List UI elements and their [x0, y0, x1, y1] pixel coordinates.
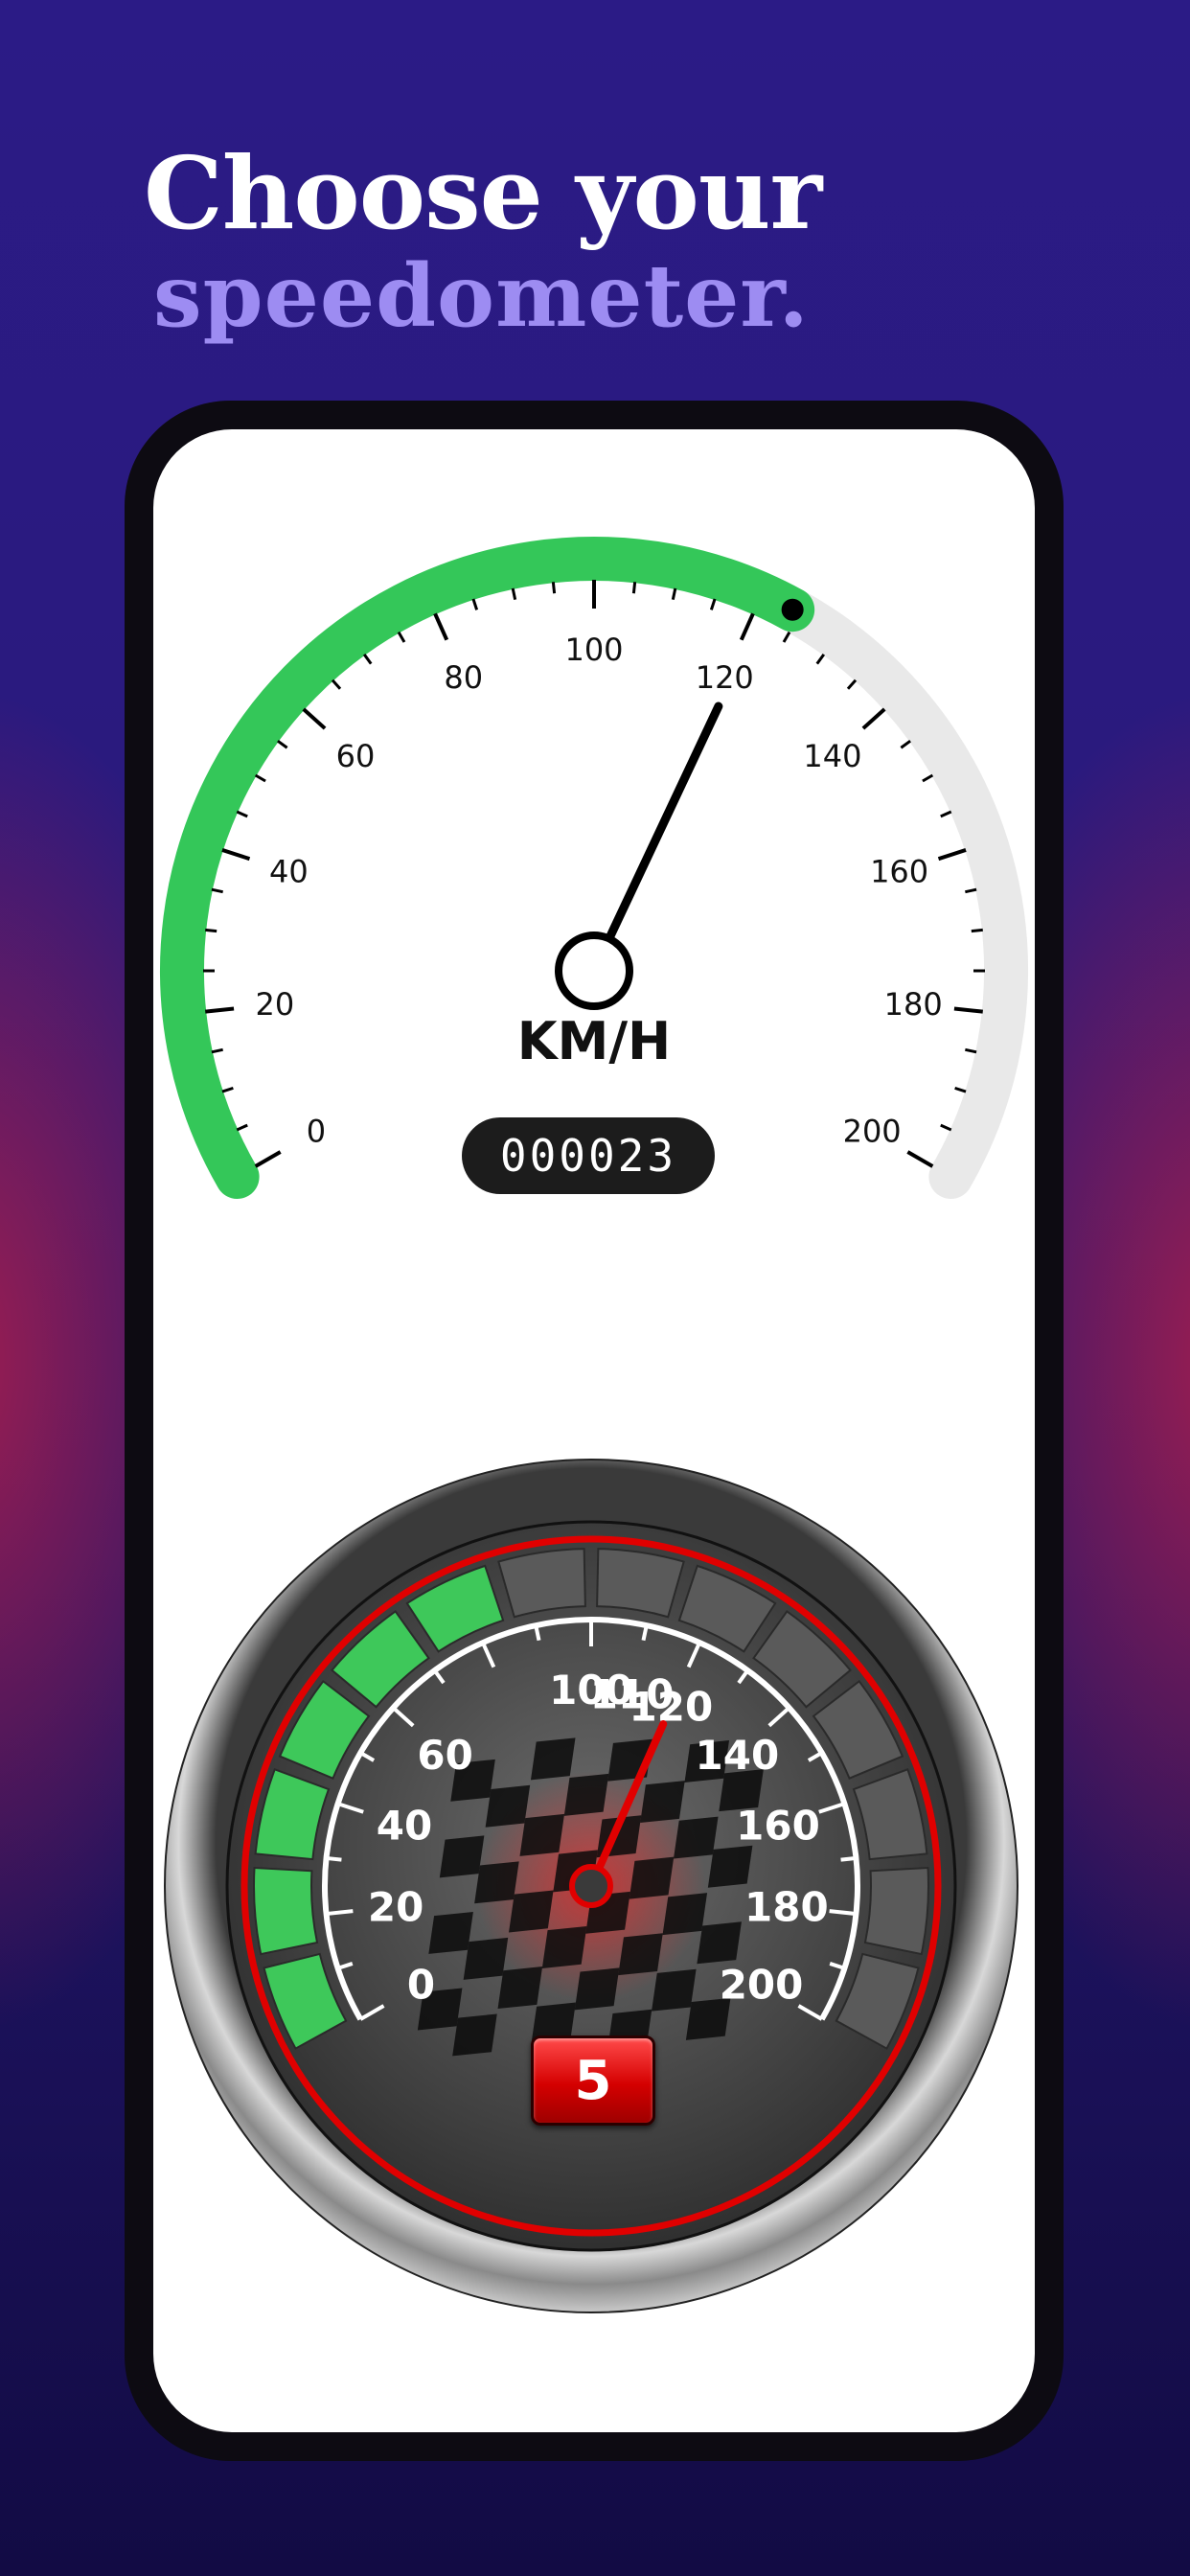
tick-label: 180 — [744, 1883, 829, 1930]
gauge-segment — [596, 1548, 685, 1619]
flag-square — [474, 1861, 519, 1904]
flag-square — [530, 1737, 576, 1781]
flag-square — [485, 1784, 531, 1828]
flag-square — [640, 1781, 685, 1824]
tick-label: 20 — [368, 1883, 423, 1930]
gauge-segment — [863, 1866, 929, 1956]
tick-label: 160 — [736, 1803, 820, 1850]
flag-square — [519, 1813, 565, 1856]
gear-indicator: 5 — [531, 2036, 655, 2126]
speedometer-racing[interactable]: 0204060100110120140160180200 — [153, 429, 1035, 2432]
flag-square — [662, 1893, 708, 1936]
flag-square — [541, 1925, 587, 1968]
flag-square — [652, 1968, 697, 2012]
phone-frame: 0 20 40 60 80 100 120 140 160 180 200 KM/H 000023 — [125, 401, 1064, 2461]
tick-label: 40 — [377, 1803, 432, 1850]
flag-square — [452, 2013, 497, 2057]
tick-label: 0 — [407, 1962, 435, 2009]
flag-square — [509, 1890, 554, 1933]
tick-label: 60 — [417, 1732, 472, 1779]
tick-label: 120 — [629, 1684, 714, 1731]
tick-label: 200 — [720, 1962, 804, 2009]
headline-line-1: Choose your — [144, 134, 822, 252]
flag-square — [574, 1967, 620, 2011]
flag-square — [618, 1933, 663, 1976]
flag-square — [497, 1966, 543, 2010]
flag-square — [697, 1921, 742, 1965]
flag-square — [428, 1911, 473, 1954]
headline: Choose your speedometer. — [144, 134, 822, 347]
phone-screen: 0 20 40 60 80 100 120 140 160 180 200 KM/H 000023 — [153, 429, 1035, 2432]
flag-square — [563, 1773, 609, 1816]
flag-square — [463, 1937, 509, 1980]
tick-label: 140 — [696, 1732, 780, 1779]
gauge-segment — [497, 1548, 586, 1619]
gauge-tick — [326, 1855, 342, 1862]
flag-square — [629, 1856, 675, 1899]
headline-line-2: speedometer. — [153, 245, 810, 347]
flag-square — [439, 1835, 485, 1878]
flag-square — [707, 1845, 753, 1888]
gauge-tick — [840, 1855, 857, 1862]
flag-square — [673, 1816, 719, 1859]
speedometer-racing-hub — [569, 1864, 613, 1908]
gauge-segment — [253, 1866, 319, 1956]
